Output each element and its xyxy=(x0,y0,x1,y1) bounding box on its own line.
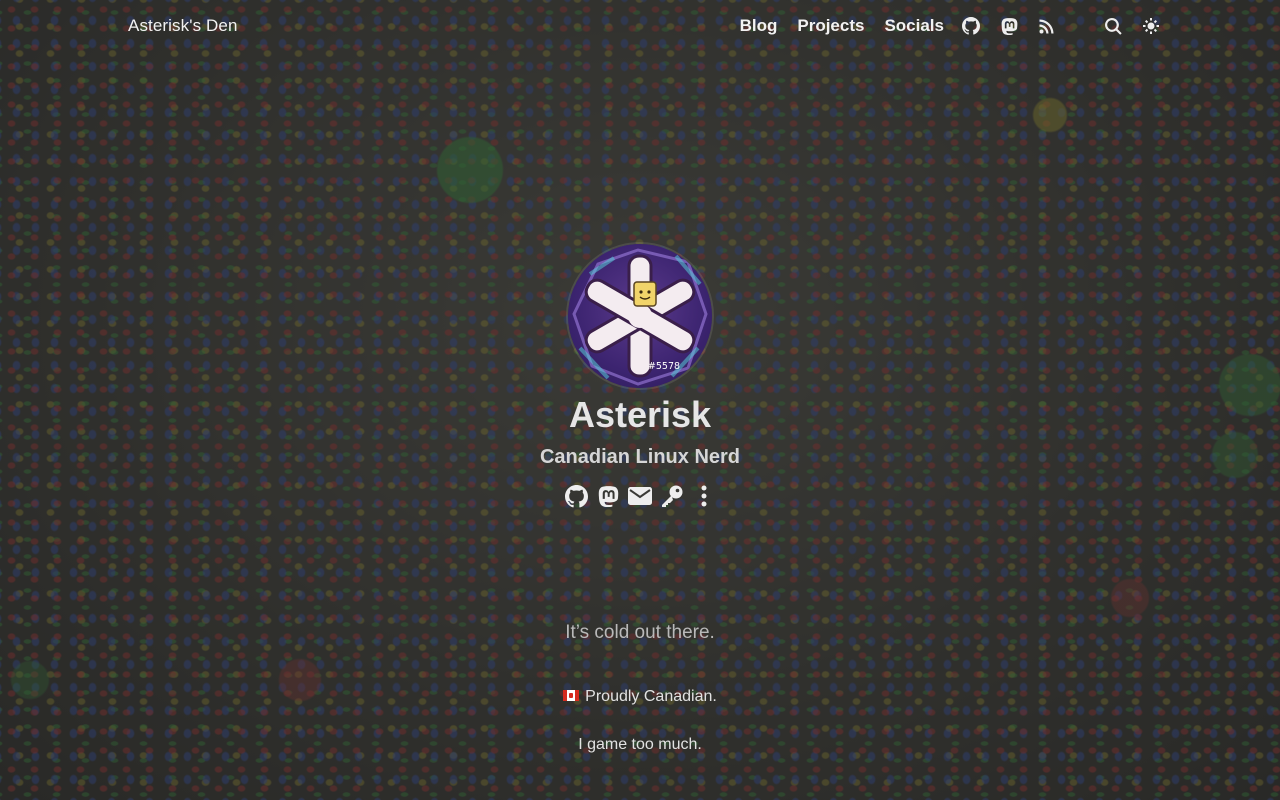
key-icon[interactable] xyxy=(660,483,684,509)
main-nav: Blog Projects Socials xyxy=(720,0,1162,52)
nav-blog-link[interactable]: Blog xyxy=(740,16,778,36)
mastodon-icon[interactable] xyxy=(596,483,620,509)
rss-icon[interactable] xyxy=(1036,15,1058,37)
avatar: #5578 xyxy=(568,244,712,388)
theme-toggle-icon[interactable] xyxy=(1140,15,1162,37)
quote-text: It’s cold out there. xyxy=(565,622,715,643)
bio-line-canadian: Proudly Canadian. xyxy=(0,688,1280,706)
nav-projects-link[interactable]: Projects xyxy=(797,16,864,36)
profile-tagline: Canadian Linux Nerd xyxy=(539,446,741,468)
avatar-badge: #5578 xyxy=(648,361,680,372)
bio-line-gaming: I game too much. xyxy=(578,736,702,753)
search-icon[interactable] xyxy=(1102,15,1124,37)
social-links xyxy=(0,483,1280,509)
site-header: Asterisk's Den Blog Projects Socials xyxy=(0,0,1280,52)
bio-line-canadian-text: Proudly Canadian. xyxy=(585,688,717,705)
profile-section: #5578 Asterisk Canadian Linux Nerd It’s … xyxy=(0,0,1280,800)
github-icon[interactable] xyxy=(960,15,982,37)
canada-flag-icon xyxy=(563,690,580,701)
site-title-link[interactable]: Asterisk's Den xyxy=(128,16,238,36)
email-icon[interactable] xyxy=(628,483,652,509)
nav-socials-link[interactable]: Socials xyxy=(884,16,944,36)
github-icon[interactable] xyxy=(564,483,588,509)
profile-name: Asterisk xyxy=(568,394,712,435)
mastodon-icon[interactable] xyxy=(998,15,1020,37)
more-icon[interactable] xyxy=(692,483,716,509)
